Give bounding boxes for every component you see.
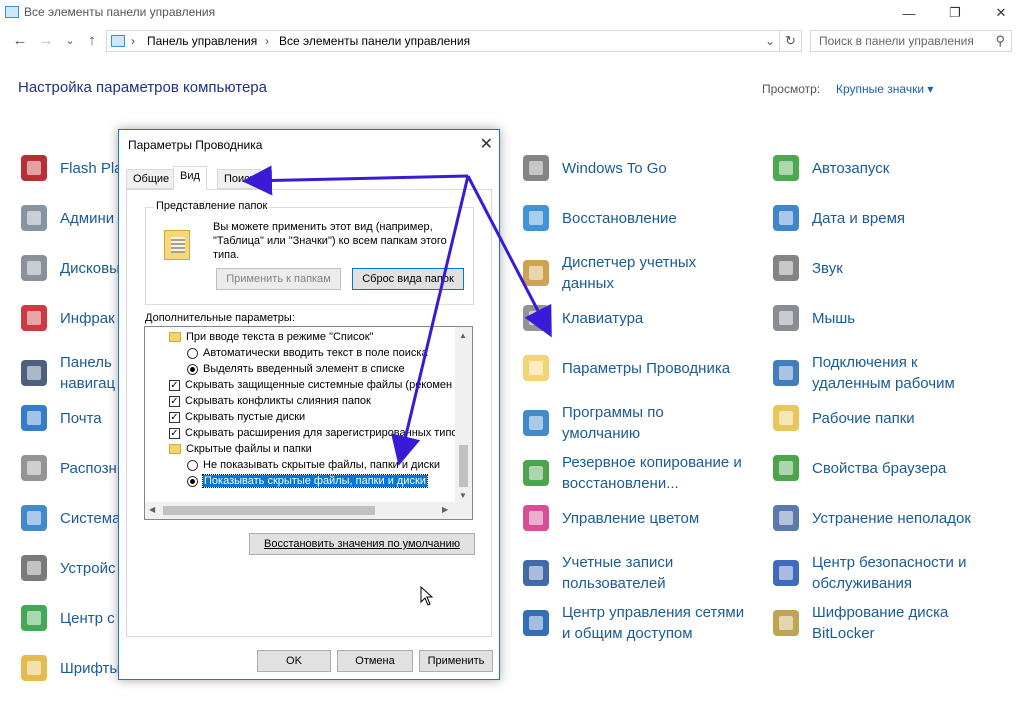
arrow-to-show-hidden [391, 175, 470, 466]
arrow-to-view-tab [242, 165, 469, 196]
tab-view[interactable]: Вид [173, 166, 207, 190]
arrow-to-folder-options [466, 175, 552, 338]
mouse-cursor-icon [420, 586, 434, 606]
annotation-arrows [242, 165, 552, 466]
